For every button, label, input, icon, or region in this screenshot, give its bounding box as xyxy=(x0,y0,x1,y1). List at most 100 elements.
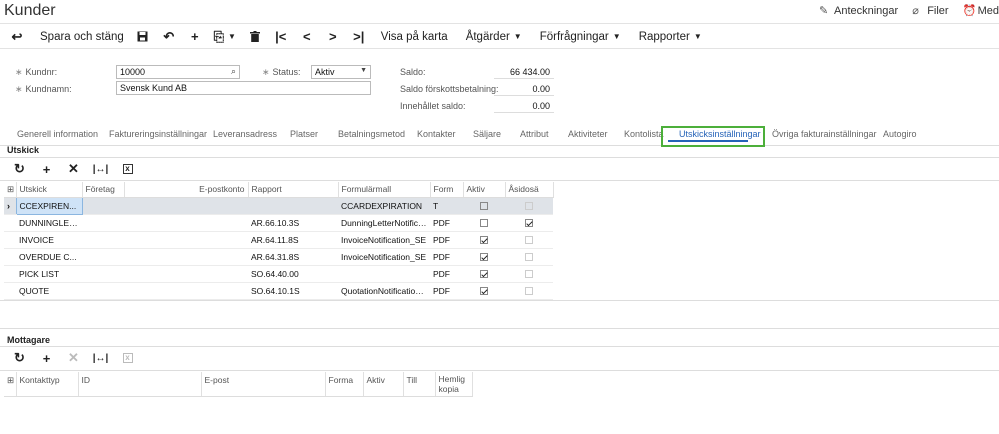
tab-locations[interactable]: Platser xyxy=(290,129,318,139)
column-header-id[interactable]: ID xyxy=(78,372,202,397)
undo-icon[interactable]: ↶ xyxy=(156,26,182,48)
save-close-button[interactable]: Spara och stäng xyxy=(34,26,130,48)
column-header-bcc[interactable]: Hemlig kopia xyxy=(435,372,473,397)
show-map-button[interactable]: Visa på karta xyxy=(372,26,457,48)
back-icon[interactable]: ↩ xyxy=(0,26,34,48)
actions-menu[interactable]: Åtgärder ▼ xyxy=(457,26,531,48)
first-record-icon[interactable]: |< xyxy=(268,26,294,48)
cell-override[interactable] xyxy=(505,282,553,300)
tab-delivery-address[interactable]: Leveransadress xyxy=(213,129,277,139)
cell-company[interactable] xyxy=(82,248,124,266)
cell-format[interactable]: PDF xyxy=(430,282,463,300)
table-row[interactable]: QUOTE SO.64.10.1S QuotationNotification_..… xyxy=(4,282,553,300)
tab-direct-debit[interactable]: Autogiro xyxy=(883,129,917,139)
cell-override[interactable] xyxy=(505,265,553,283)
tab-other-invoice-settings[interactable]: Övriga fakturainställningar xyxy=(772,129,877,139)
next-record-icon[interactable]: > xyxy=(320,26,346,48)
tab-billing-settings[interactable]: Faktureringsinställningar xyxy=(109,129,207,139)
column-header-active[interactable]: Aktiv xyxy=(463,182,506,198)
column-header-email-account[interactable]: E-postkonto xyxy=(124,182,249,198)
notes-link[interactable]: ✎ Anteckningar xyxy=(819,4,898,17)
cell-format[interactable]: PDF xyxy=(430,231,463,249)
cell-active[interactable] xyxy=(463,248,505,266)
refresh-icon[interactable]: ↻ xyxy=(6,160,33,178)
checkbox[interactable] xyxy=(525,253,533,262)
cell-email-account[interactable] xyxy=(124,248,248,266)
cell-format[interactable]: PDF xyxy=(430,248,463,266)
cell-company[interactable] xyxy=(82,282,124,300)
checkbox[interactable] xyxy=(525,236,533,245)
cell-email-account[interactable] xyxy=(124,231,248,249)
tab-activities[interactable]: Aktiviteter xyxy=(568,129,608,139)
column-header-contact-type[interactable]: Kontakttyp xyxy=(16,372,79,397)
customer-name-input[interactable]: Svensk Kund AB xyxy=(116,81,371,95)
last-record-icon[interactable]: >| xyxy=(346,26,372,48)
tab-account-list[interactable]: Kontolista xyxy=(624,129,664,139)
delete-icon[interactable] xyxy=(242,26,268,48)
cell-company[interactable] xyxy=(82,231,124,249)
previous-record-icon[interactable]: < xyxy=(294,26,320,48)
cell-override[interactable] xyxy=(505,214,553,232)
fit-columns-icon[interactable]: |↔| xyxy=(87,349,114,367)
cell-report[interactable] xyxy=(248,197,338,215)
checkbox[interactable] xyxy=(480,270,488,279)
fit-columns-icon[interactable]: |↔| xyxy=(87,160,114,178)
column-header-format[interactable]: Form xyxy=(430,182,464,198)
table-row[interactable]: DUNNINGLET... AR.66.10.3S DunningLetterNot… xyxy=(4,214,553,232)
cell-override[interactable] xyxy=(505,248,553,266)
cell-format[interactable]: PDF xyxy=(430,214,463,232)
table-row[interactable]: › CCEXPIREN... CCARDEXPIRATION T xyxy=(4,196,553,215)
cell-email-account[interactable] xyxy=(124,214,248,232)
cell-override[interactable] xyxy=(505,197,553,215)
cell-email-account[interactable] xyxy=(124,265,248,283)
grid-settings-icon[interactable]: ⊞ xyxy=(4,182,17,198)
column-header-override[interactable]: Åsidosä xyxy=(505,182,554,198)
files-link[interactable]: ⌀ Filer xyxy=(912,4,948,17)
cell-format[interactable]: T xyxy=(430,197,463,215)
cell-mailing[interactable]: DUNNINGLET... xyxy=(16,214,82,232)
checkbox[interactable] xyxy=(525,287,533,296)
cell-template[interactable]: InvoiceNotification_SE xyxy=(338,231,430,249)
cell-mailing[interactable]: CCEXPIREN... xyxy=(15,196,83,215)
cell-active[interactable] xyxy=(463,197,505,215)
cell-company[interactable] xyxy=(82,214,124,232)
grid-settings-icon[interactable]: ⊞ xyxy=(4,372,17,397)
table-row[interactable]: OVERDUE C... AR.64.31.8S InvoiceNotificati… xyxy=(4,248,553,266)
checkbox[interactable] xyxy=(525,202,533,211)
tab-general-info[interactable]: Generell information xyxy=(17,129,98,139)
table-row[interactable]: INVOICE AR.64.11.8S InvoiceNotification_SE… xyxy=(4,231,553,249)
cell-override[interactable] xyxy=(505,231,553,249)
activities-link[interactable]: ⏰Med xyxy=(963,4,999,17)
cell-report[interactable]: AR.64.31.8S xyxy=(248,248,338,266)
cell-template[interactable]: DunningLetterNotificat... xyxy=(338,214,430,232)
cell-active[interactable] xyxy=(463,265,505,283)
cell-report[interactable]: SO.64.40.00 xyxy=(248,265,338,283)
column-header-active[interactable]: Aktiv xyxy=(363,372,404,397)
status-select[interactable]: Aktiv ▼ xyxy=(311,65,371,79)
reports-menu[interactable]: Rapporter ▼ xyxy=(630,26,711,48)
tab-payment-method[interactable]: Betalningsmetod xyxy=(338,129,405,139)
cell-template[interactable] xyxy=(338,265,430,283)
add-row-icon[interactable]: + xyxy=(33,349,60,367)
column-header-report[interactable]: Rapport xyxy=(248,182,339,198)
column-header-to[interactable]: Till xyxy=(403,372,436,397)
add-icon[interactable]: + xyxy=(182,26,208,48)
refresh-icon[interactable]: ↻ xyxy=(6,349,33,367)
checkbox[interactable] xyxy=(480,219,488,228)
cell-format[interactable]: PDF xyxy=(430,265,463,283)
export-excel-icon[interactable]: x xyxy=(114,160,141,178)
delete-row-icon[interactable]: ✕ xyxy=(60,160,87,178)
copy-paste-icon[interactable]: ⎘ ▼ xyxy=(208,26,242,48)
save-icon[interactable] xyxy=(130,26,156,48)
column-header-format[interactable]: Forma xyxy=(325,372,364,397)
checkbox[interactable] xyxy=(480,236,488,245)
customer-id-input[interactable]: 10000 ⌕ xyxy=(116,65,240,79)
cell-template[interactable]: CCARDEXPIRATION xyxy=(338,197,430,215)
inquiries-menu[interactable]: Förfrågningar ▼ xyxy=(531,26,630,48)
column-header-template[interactable]: Formulärmall xyxy=(338,182,431,198)
cell-active[interactable] xyxy=(463,214,505,232)
checkbox[interactable] xyxy=(480,253,488,262)
column-header-mailing[interactable]: Utskick xyxy=(16,182,83,198)
checkbox[interactable] xyxy=(480,202,488,211)
cell-mailing[interactable]: PICK LIST xyxy=(16,265,82,283)
